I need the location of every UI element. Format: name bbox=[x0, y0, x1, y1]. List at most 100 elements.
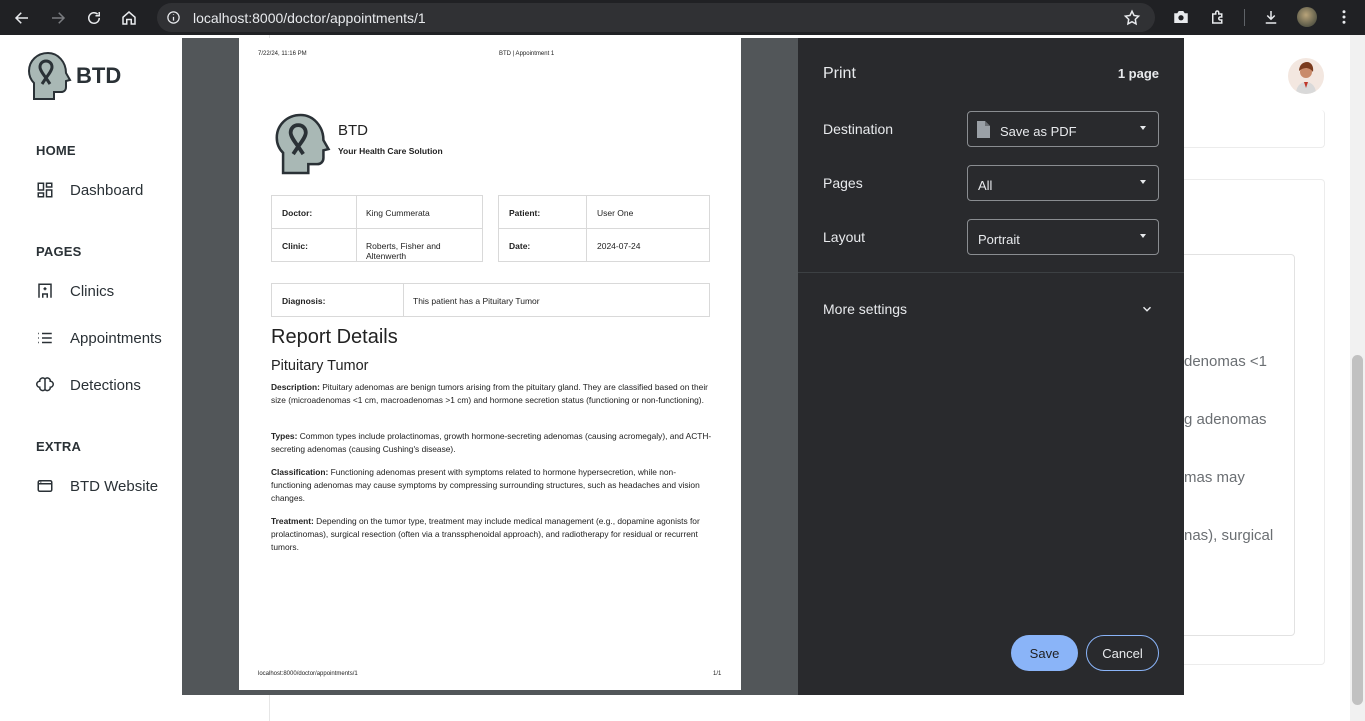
treatment-text: Depending on the tumor type, treatment m… bbox=[271, 516, 700, 552]
destination-value: Save as PDF bbox=[1000, 124, 1077, 139]
report-text-fragment: denomas <1 bbox=[1184, 353, 1267, 370]
section-home: HOME bbox=[36, 143, 76, 158]
table-row: Diagnosis: This patient has a Pituitary … bbox=[272, 284, 709, 317]
screenshot-icon[interactable] bbox=[1172, 8, 1190, 26]
sidebar-item-appointments[interactable]: Appointments bbox=[36, 329, 162, 347]
forward-icon[interactable] bbox=[47, 7, 69, 29]
dropdown-caret-icon bbox=[1140, 180, 1146, 184]
sidebar-item-label: Detections bbox=[70, 376, 141, 394]
patient-date-table: Patient: User One Date: 2024-07-24 bbox=[498, 195, 710, 262]
table-row: Doctor: King Cummerata bbox=[272, 196, 482, 229]
tumor-heading: Pituitary Tumor bbox=[271, 358, 369, 374]
user-avatar[interactable] bbox=[1288, 58, 1324, 94]
sidebar-item-label: Clinics bbox=[70, 282, 115, 300]
diagnosis-table: Diagnosis: This patient has a Pituitary … bbox=[271, 283, 710, 317]
destination-select[interactable]: Save as PDF bbox=[967, 111, 1159, 147]
menu-icon[interactable] bbox=[1335, 8, 1353, 26]
doctor-clinic-table: Doctor: King Cummerata Clinic: Roberts, … bbox=[271, 195, 483, 262]
preview-tagline: Your Health Care Solution bbox=[338, 146, 443, 156]
sidebar-item-detections[interactable]: Detections bbox=[36, 376, 141, 394]
list-icon bbox=[38, 332, 52, 344]
pages-label: Pages bbox=[823, 175, 863, 191]
extensions-icon[interactable] bbox=[1209, 8, 1227, 26]
report-details-heading: Report Details bbox=[271, 326, 398, 348]
more-settings-toggle[interactable]: More settings bbox=[823, 301, 907, 317]
save-button[interactable]: Save bbox=[1011, 635, 1078, 671]
bookmark-star-icon[interactable] bbox=[1123, 9, 1141, 27]
date-value: 2024-07-24 bbox=[597, 241, 641, 251]
description-label: Description: bbox=[271, 382, 320, 392]
dropdown-caret-icon bbox=[1140, 234, 1146, 238]
clinic-label: Clinic: bbox=[282, 241, 308, 251]
clinic-icon bbox=[38, 283, 52, 298]
section-pages: PAGES bbox=[36, 244, 82, 259]
dropdown-caret-icon bbox=[1140, 126, 1146, 130]
home-icon[interactable] bbox=[118, 7, 140, 29]
browser-toolbar: localhost:8000/doctor/appointments/1 bbox=[0, 0, 1365, 35]
table-row: Date: 2024-07-24 bbox=[499, 229, 709, 262]
header-card bbox=[1170, 110, 1325, 148]
brain-icon bbox=[36, 377, 54, 392]
date-label: Date: bbox=[509, 241, 531, 251]
preview-footer-url: localhost:8000/doctor/appointments/1 bbox=[258, 671, 358, 677]
diagnosis-value: This patient has a Pituitary Tumor bbox=[413, 296, 540, 306]
layout-select[interactable]: Portrait bbox=[967, 219, 1159, 255]
section-extra: EXTRA bbox=[36, 439, 82, 454]
report-text-fragment: g adenomas bbox=[1184, 411, 1267, 428]
treatment-paragraph: Treatment: Depending on the tumor type, … bbox=[271, 515, 713, 554]
profile-avatar[interactable] bbox=[1297, 7, 1317, 27]
types-label: Types: bbox=[271, 431, 298, 441]
print-dialog: 7/22/24, 11:16 PM BTD | Appointment 1 BT… bbox=[182, 38, 1184, 695]
sidebar-item-dashboard[interactable]: Dashboard bbox=[36, 181, 143, 199]
brain-ribbon-logo-icon bbox=[275, 113, 331, 175]
chevron-down-icon[interactable] bbox=[1140, 302, 1154, 316]
download-icon[interactable] bbox=[1262, 8, 1280, 26]
brain-ribbon-logo-icon bbox=[27, 51, 72, 100]
print-preview-page: 7/22/24, 11:16 PM BTD | Appointment 1 BT… bbox=[239, 38, 741, 690]
classification-label: Classification: bbox=[271, 467, 329, 477]
patient-value: User One bbox=[597, 208, 634, 218]
types-text: Common types include prolactinomas, grow… bbox=[271, 431, 712, 454]
preview-footer-page: 1/1 bbox=[713, 671, 722, 677]
clinic-value: Roberts, Fisher and Altenwerth bbox=[366, 241, 441, 261]
browser-window-icon bbox=[37, 480, 53, 492]
sidebar-item-label: Appointments bbox=[70, 329, 162, 347]
dashboard-icon bbox=[37, 182, 53, 198]
pages-value: All bbox=[978, 178, 993, 193]
sidebar-item-btd-website[interactable]: BTD Website bbox=[36, 477, 158, 495]
description-paragraph: Description: Pituitary adenomas are beni… bbox=[271, 381, 713, 407]
address-bar[interactable]: localhost:8000/doctor/appointments/1 bbox=[157, 3, 1155, 32]
brand[interactable]: BTD bbox=[26, 51, 121, 101]
patient-label: Patient: bbox=[509, 208, 541, 218]
page-count: 1 page bbox=[1117, 66, 1159, 81]
sidebar-item-label: Dashboard bbox=[70, 181, 144, 199]
diagnosis-label: Diagnosis: bbox=[282, 296, 326, 306]
reload-icon[interactable] bbox=[83, 7, 105, 29]
doctor-label: Doctor: bbox=[282, 208, 313, 218]
cancel-button[interactable]: Cancel bbox=[1086, 635, 1159, 671]
classification-text: Functioning adenomas present with sympto… bbox=[271, 467, 700, 503]
brand-name: BTD bbox=[76, 63, 122, 88]
preview-brand: BTD bbox=[338, 122, 368, 139]
print-preview-area: 7/22/24, 11:16 PM BTD | Appointment 1 BT… bbox=[182, 38, 798, 695]
page-scrollbar-thumb[interactable] bbox=[1352, 355, 1363, 705]
table-row: Patient: User One bbox=[499, 196, 709, 229]
classification-paragraph: Classification: Functioning adenomas pre… bbox=[271, 466, 713, 505]
treatment-label: Treatment: bbox=[271, 516, 314, 526]
site-info-icon[interactable] bbox=[166, 10, 181, 25]
file-icon bbox=[977, 121, 990, 138]
sidebar-item-clinics[interactable]: Clinics bbox=[36, 282, 114, 300]
toolbar-separator bbox=[1244, 9, 1245, 26]
sidebar-item-label: BTD Website bbox=[70, 477, 159, 495]
report-text-fragment: nas), surgical bbox=[1184, 527, 1274, 544]
pages-select[interactable]: All bbox=[967, 165, 1159, 201]
preview-date-header: 7/22/24, 11:16 PM bbox=[258, 51, 307, 57]
table-row: Clinic: Roberts, Fisher and Altenwerth bbox=[272, 229, 482, 262]
url-text[interactable]: localhost:8000/doctor/appointments/1 bbox=[193, 10, 426, 26]
report-text-fragment: mas may bbox=[1184, 469, 1245, 486]
back-icon[interactable] bbox=[11, 7, 33, 29]
description-text: Pituitary adenomas are benign tumors ari… bbox=[271, 382, 708, 405]
report-body bbox=[1170, 254, 1295, 636]
destination-label: Destination bbox=[823, 121, 894, 137]
print-title: Print bbox=[823, 65, 856, 82]
